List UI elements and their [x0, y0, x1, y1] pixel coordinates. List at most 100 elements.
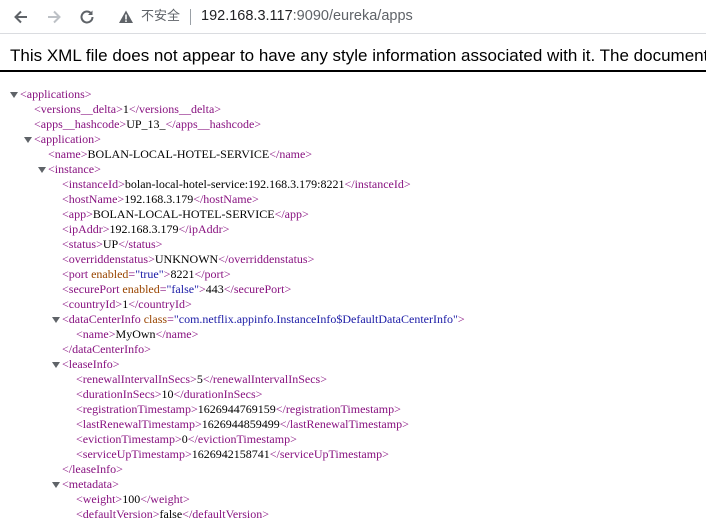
xml-tag: </apps__hashcode> — [165, 117, 262, 131]
xml-tag: <applications> — [20, 87, 92, 101]
xml-text: 8221 — [170, 267, 195, 281]
xml-tag: > — [457, 312, 465, 326]
xml-tag: </serviceUpTimestamp> — [269, 447, 389, 461]
xml-line-leaseInfo-close: </leaseInfo> — [62, 462, 123, 477]
xml-tag: </defaultVersion> — [182, 507, 270, 521]
xml-tag: <durationInSecs> — [76, 387, 162, 401]
xml-line-countryId: <countryId>1</countryId> — [62, 297, 192, 312]
xml-tag: <weight> — [76, 492, 123, 506]
xml-text: 192.168.3.179 — [124, 192, 194, 206]
xml-line-ipAddr: <ipAddr>192.168.3.179</ipAddr> — [62, 222, 229, 237]
xml-text: BOLAN-LOCAL-HOTEL-SERVICE — [87, 147, 270, 161]
xml-text: 1626944859499 — [201, 417, 280, 431]
xml-line-overriddenstatus: <overriddenstatus>UNKNOWN</overriddensta… — [62, 252, 314, 267]
xml-tag: </countryId> — [128, 297, 192, 311]
xml-line-durationInSecs: <durationInSecs>10</durationInSecs> — [76, 387, 262, 402]
security-label[interactable]: 不安全 — [141, 8, 180, 25]
xml-tag: <apps__hashcode> — [34, 117, 127, 131]
xml-tag: <port — [62, 267, 89, 281]
xml-tag: <name> — [48, 147, 88, 161]
xml-line-dc-name: <name>MyOwn</name> — [76, 327, 198, 342]
xml-line-hostName: <hostName>192.168.3.179</hostName> — [62, 192, 259, 207]
xml-tag: </status> — [118, 237, 163, 251]
reload-icon — [80, 10, 94, 24]
xml-text: 10 — [161, 387, 174, 401]
xml-text: UP_13_ — [126, 117, 166, 131]
xml-tag: <leaseInfo> — [62, 357, 120, 371]
xml-tag: </port> — [194, 267, 231, 281]
url-divider — [190, 9, 191, 25]
xml-text: 100 — [122, 492, 141, 506]
xml-text: UNKNOWN — [154, 252, 219, 266]
collapse-toggle-icon[interactable] — [10, 92, 18, 98]
arrow-right-icon — [48, 10, 61, 24]
xml-tag: <countryId> — [62, 297, 123, 311]
xml-line-name: <name>BOLAN-LOCAL-HOTEL-SERVICE</name> — [48, 147, 312, 162]
collapse-toggle-icon[interactable] — [52, 482, 60, 488]
xml-tag: <renewalIntervalInSecs> — [76, 372, 197, 386]
xml-tag: <status> — [62, 237, 103, 251]
xml-tag: </ipAddr> — [178, 222, 230, 236]
xml-line-status: <status>UP</status> — [62, 237, 162, 252]
xml-line-applications-open: <applications> — [20, 87, 92, 102]
xml-tag: <dataCenterInfo — [62, 312, 141, 326]
xml-attr-name: enabled — [122, 282, 160, 296]
xml-tag: <application> — [34, 132, 101, 146]
xml-tag: <name> — [76, 327, 116, 341]
xml-tag: </leaseInfo> — [62, 462, 123, 476]
xml-text: bolan-local-hotel-service:192.168.3.179:… — [124, 177, 345, 191]
xml-tag: <evictionTimestamp> — [76, 432, 182, 446]
xml-tag: <hostName> — [62, 192, 125, 206]
xml-line-apps-hashcode: <apps__hashcode>UP_13_</apps__hashcode> — [34, 117, 261, 132]
xml-tag: <serviceUpTimestamp> — [76, 447, 192, 461]
collapse-toggle-icon[interactable] — [38, 167, 46, 173]
xml-text: UP — [102, 237, 119, 251]
xml-style-notice-text: This XML file does not appear to have an… — [10, 46, 706, 65]
xml-tag: <app> — [62, 207, 93, 221]
xml-tag: <defaultVersion> — [76, 507, 160, 521]
xml-tag: <lastRenewalTimestamp> — [76, 417, 202, 431]
xml-style-notice: This XML file does not appear to have an… — [0, 34, 706, 72]
xml-text: 192.168.3.179 — [109, 222, 179, 236]
address-bar[interactable]: 192.168.3.117:9090/eureka/apps — [201, 7, 413, 26]
xml-tag: <securePort — [62, 282, 120, 296]
xml-tag: <instanceId> — [62, 177, 125, 191]
xml-tag: </weight> — [140, 492, 190, 506]
xml-tag: <instance> — [48, 162, 101, 176]
collapse-toggle-icon[interactable] — [52, 362, 60, 368]
xml-line-app: <app>BOLAN-LOCAL-HOTEL-SERVICE</app> — [62, 207, 309, 222]
xml-line-versions-delta: <versions__delta>1</versions__delta> — [34, 102, 221, 117]
xml-tag: </securePort> — [223, 282, 292, 296]
xml-tag: </name> — [269, 147, 313, 161]
xml-tag: <metadata> — [62, 477, 119, 491]
xml-line-dataCenterInfo-close: </dataCenterInfo> — [62, 342, 151, 357]
collapse-toggle-icon[interactable] — [24, 137, 32, 143]
xml-text: 1626942158741 — [191, 447, 270, 461]
back-button[interactable] — [9, 5, 33, 29]
xml-line-evictionTimestamp: <evictionTimestamp>0</evictionTimestamp> — [76, 432, 297, 447]
xml-text: MyOwn — [115, 327, 156, 341]
xml-attr-value: "true" — [135, 267, 164, 281]
xml-tag: </name> — [155, 327, 199, 341]
xml-tag: <registrationTimestamp> — [76, 402, 198, 416]
url-path: :9090/eureka/apps — [292, 8, 413, 24]
xml-line-metadata-open: <metadata> — [62, 477, 119, 492]
collapse-toggle-icon[interactable] — [52, 317, 60, 323]
warning-icon[interactable] — [118, 9, 134, 25]
xml-line-leaseInfo-open: <leaseInfo> — [62, 357, 120, 372]
xml-text: 443 — [205, 282, 224, 296]
xml-line-application-open: <application> — [34, 132, 101, 147]
xml-text: false — [159, 507, 183, 521]
forward-button[interactable] — [42, 5, 66, 29]
xml-tag: > — [198, 282, 206, 296]
xml-attr-value: "com.netflix.appinfo.InstanceInfo$Defaul… — [173, 312, 458, 326]
xml-line-instanceId: <instanceId>bolan-local-hotel-service:19… — [62, 177, 411, 192]
xml-attr-name: enabled — [91, 267, 129, 281]
xml-line-serviceUpTimestamp: <serviceUpTimestamp>1626942158741</servi… — [76, 447, 389, 462]
url-host: 192.168.3.117 — [201, 8, 293, 24]
reload-button[interactable] — [75, 5, 99, 29]
xml-text: BOLAN-LOCAL-HOTEL-SERVICE — [92, 207, 275, 221]
xml-text: 1626944769159 — [197, 402, 276, 416]
xml-line-securePort: <securePort enabled="false">443</secureP… — [62, 282, 291, 297]
xml-tag: <ipAddr> — [62, 222, 110, 236]
